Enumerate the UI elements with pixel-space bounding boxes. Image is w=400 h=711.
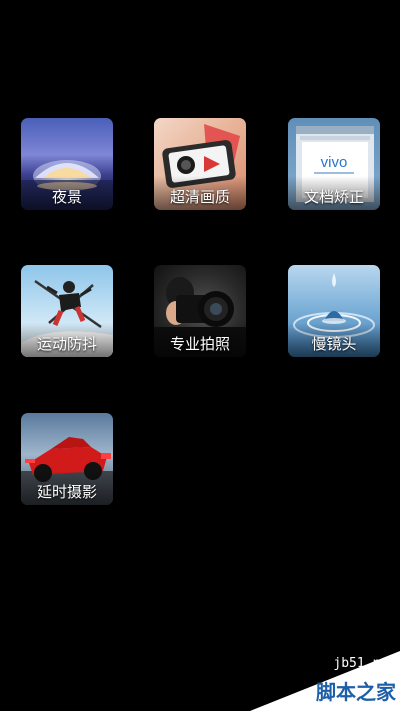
mode-tile-time-lapse[interactable]: 延时摄影 [21,413,113,505]
mode-label: 文档矫正 [303,188,364,206]
mode-tile-night-scene[interactable]: 夜景 [21,118,113,210]
mode-tile-sport-stabilization[interactable]: 运动防抖 [21,265,113,357]
mode-label: 慢镜头 [311,335,357,353]
mode-tile-document-correction[interactable]: vivo 文档矫正 [288,118,380,210]
site-watermark: jb51.net 脚本之家 [250,651,400,711]
mode-label: 夜景 [51,188,82,206]
mode-tile-hd-quality[interactable]: 超清画质 [154,118,246,210]
svg-text:vivo: vivo [321,154,348,171]
mode-label: 专业拍照 [169,335,230,353]
mode-tile-slow-motion[interactable]: 慢镜头 [288,265,380,357]
watermark-url: jb51.net [333,656,396,671]
mode-label: 运动防抖 [36,335,97,353]
mode-label: 延时摄影 [36,483,97,501]
mode-tile-professional-photo[interactable]: 专业拍照 [154,265,246,357]
watermark-site-name: 脚本之家 [316,680,396,704]
mode-label: 超清画质 [169,188,230,206]
